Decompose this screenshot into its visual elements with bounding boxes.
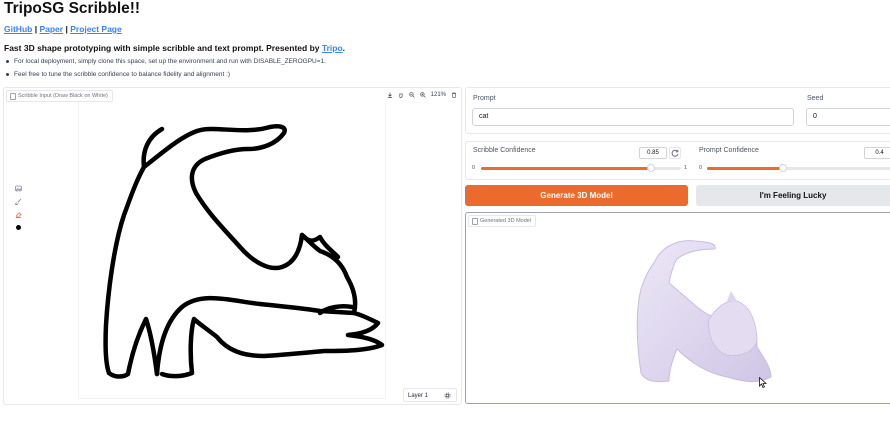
generated-model-label: Generated 3D Model	[468, 215, 537, 227]
file-icon	[472, 218, 478, 225]
info-bullet-confidence: Feel free to tune the scribble confidenc…	[4, 69, 326, 82]
side-tools	[15, 185, 22, 231]
prompt-confidence-value[interactable]: 0.4	[864, 147, 890, 159]
link-row: GitHub | Paper | Project Page	[4, 24, 122, 34]
prompt-input[interactable]: cat	[472, 108, 794, 126]
layer-label: Layer 1	[408, 393, 429, 399]
image-upload-icon[interactable]	[15, 185, 22, 192]
project-page-link[interactable]: Project Page	[70, 24, 122, 34]
confidence-panel: Scribble Confidence 0.85 0 1 Prompt Conf…	[465, 141, 890, 180]
scribble-confidence-slider[interactable]	[481, 164, 681, 172]
paper-link[interactable]: Paper	[39, 24, 63, 34]
scribble-confidence-max: 1	[684, 165, 688, 171]
layer-selector[interactable]: Layer 1	[403, 388, 457, 402]
reset-icon[interactable]	[669, 147, 681, 159]
seed-input[interactable]: 0	[806, 108, 890, 126]
gear-icon	[444, 392, 451, 399]
info-bullet-deployment: For local deployment, simply clone this …	[4, 56, 326, 69]
cat-scribble-drawing	[103, 124, 385, 379]
scribble-confidence-value[interactable]: 0.85	[639, 147, 667, 159]
prompt-confidence-label: Prompt Confidence	[699, 147, 759, 154]
scribble-confidence-thumb[interactable]	[647, 164, 655, 172]
prompt-confidence-fill	[707, 167, 783, 170]
zoom-in-icon[interactable]	[419, 92, 426, 98]
feeling-lucky-button[interactable]: I'm Feeling Lucky	[696, 185, 890, 206]
scribble-input-label-text: Scribble Input (Draw Black on White)	[18, 93, 108, 99]
image-icon	[10, 93, 16, 100]
zoom-out-icon[interactable]	[408, 92, 415, 98]
tripo-link[interactable]: Tripo	[322, 43, 343, 53]
scribble-confidence-fill	[481, 167, 651, 170]
generate-3d-model-button[interactable]: Generate 3D Model	[465, 185, 688, 206]
zoom-level: 121%	[430, 92, 446, 98]
generated-cat-model[interactable]	[621, 231, 811, 391]
scribble-confidence-min: 0	[472, 165, 476, 171]
scribble-confidence-label: Scribble Confidence	[473, 147, 536, 154]
generated-model-panel: Generated 3D Model	[465, 212, 890, 404]
info-list: For local deployment, simply clone this …	[4, 56, 326, 82]
prompt-seed-panel: Prompt cat Seed 0	[465, 87, 890, 134]
drawing-canvas[interactable]	[78, 102, 386, 399]
pan-icon[interactable]	[398, 92, 404, 98]
github-link[interactable]: GitHub	[4, 24, 32, 34]
prompt-confidence-thumb[interactable]	[779, 164, 787, 172]
canvas-toolbar: 121%	[387, 90, 457, 100]
prompt-confidence-min: 0	[699, 165, 703, 171]
prompt-confidence-slider[interactable]	[707, 164, 890, 172]
link-separator: |	[65, 24, 68, 34]
trash-icon[interactable]	[451, 92, 457, 98]
description-end: .	[342, 43, 346, 53]
scribble-input-label: Scribble Input (Draw Black on White)	[6, 90, 113, 102]
brush-icon[interactable]	[15, 198, 22, 205]
link-separator: |	[34, 24, 38, 34]
page-title: TripoSG Scribble!!	[4, 0, 141, 17]
description: Fast 3D shape prototyping with simple sc…	[4, 43, 345, 53]
prompt-label: Prompt	[473, 95, 496, 102]
eraser-icon[interactable]	[15, 211, 22, 218]
generated-model-label-text: Generated 3D Model	[480, 218, 532, 224]
download-icon[interactable]	[387, 92, 393, 98]
scribble-input-panel: Scribble Input (Draw Black on White) 121…	[3, 87, 462, 405]
description-text: Fast 3D shape prototyping with simple sc…	[4, 43, 322, 53]
mouse-cursor-icon	[759, 377, 767, 388]
color-swatch-icon[interactable]	[15, 224, 22, 231]
seed-label: Seed	[807, 95, 824, 102]
